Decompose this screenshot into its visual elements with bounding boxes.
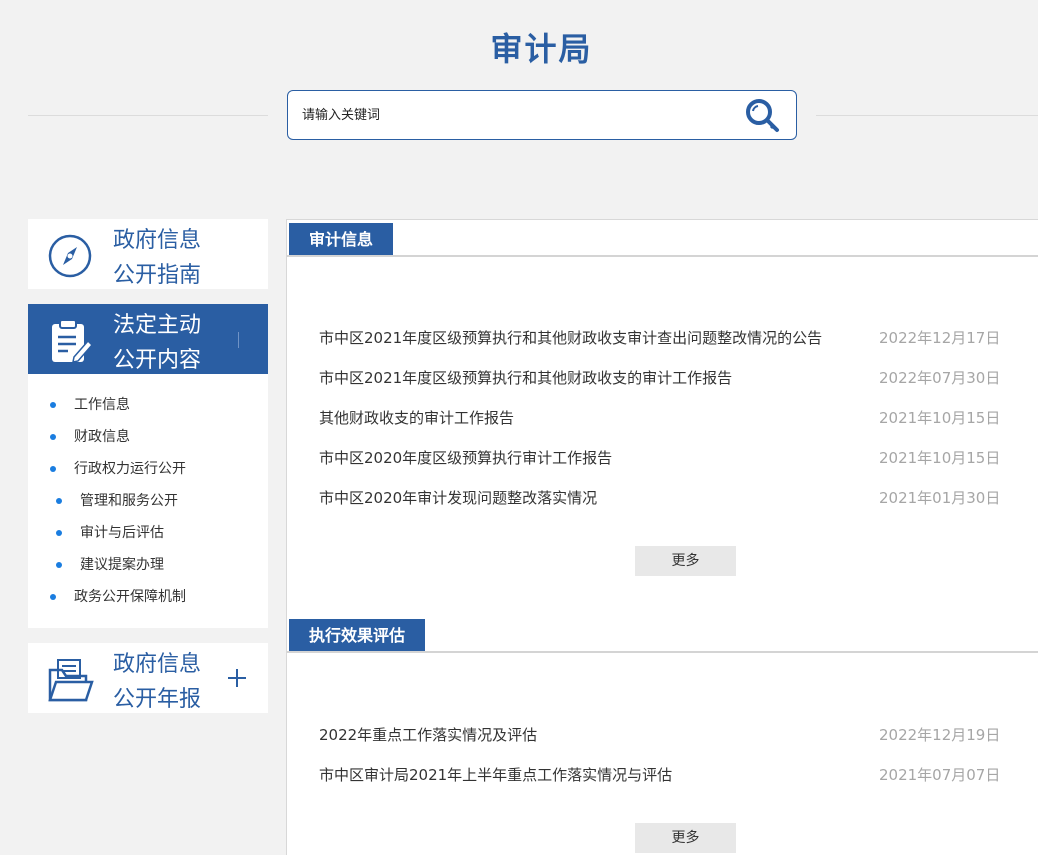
sidebar-item-guarantee[interactable]: 政务公开保障机制 [50, 587, 186, 607]
list-item-title[interactable]: 市中区2020年度区级预算执行审计工作报告 [319, 447, 839, 468]
list-item-title[interactable]: 市中区2021年度区级预算执行和其他财政收支审计查出问题整改情况的公告 [319, 327, 839, 348]
list-item-title[interactable]: 市中区审计局2021年上半年重点工作落实情况与评估 [319, 764, 839, 785]
list-item-date: 2022年07月30日 [879, 369, 1001, 387]
content-head-divider [238, 332, 239, 348]
clipboard-pen-icon [52, 319, 94, 363]
sidebar-item-management-service[interactable]: 管理和服务公开 [56, 491, 178, 511]
sidebar-sublist: 工作信息 财政信息 行政权力运行公开 管理和服务公开 审计与后评估 建议提案办理… [28, 374, 268, 628]
sidebar-item-audit-evaluation[interactable]: 审计与后评估 [56, 523, 164, 543]
content-label: 法定主动 公开内容 [113, 313, 202, 373]
plus-icon[interactable] [226, 667, 248, 689]
search-input[interactable] [302, 103, 722, 127]
bullet-icon [50, 402, 56, 408]
guide-label: 政府信息 公开指南 [113, 228, 202, 288]
list-item-date: 2021年10月15日 [879, 409, 1001, 427]
list-item-title[interactable]: 其他财政收支的审计工作报告 [319, 407, 839, 428]
more-button-effect-evaluation[interactable]: 更多 [635, 823, 736, 853]
sidebar-item-work-info[interactable]: 工作信息 [50, 395, 130, 415]
folder-documents-icon [48, 659, 94, 702]
search-icon[interactable] [744, 97, 782, 135]
report-label: 政府信息 公开年报 [113, 652, 202, 712]
header-divider-right [816, 115, 1038, 116]
search-bar [287, 90, 797, 140]
list-item-date: 2022年12月19日 [879, 726, 1001, 744]
section-tab-effect-evaluation[interactable]: 执行效果评估 [289, 619, 426, 652]
list-item-title[interactable]: 市中区2021年度区级预算执行和其他财政收支的审计工作报告 [319, 367, 839, 388]
list-item-date: 2022年12月17日 [879, 329, 1001, 347]
list-item-title[interactable]: 2022年重点工作落实情况及评估 [319, 724, 839, 745]
section-tab-audit-info[interactable]: 审计信息 [289, 223, 394, 256]
sidebar-guide-card[interactable]: 政府信息 公开指南 [28, 219, 268, 289]
list-item-date: 2021年01月30日 [879, 489, 1001, 507]
main-content-panel: 审计信息 市中区2021年度区级预算执行和其他财政收支审计查出问题整改情况的公告… [286, 219, 1038, 855]
bullet-icon [56, 498, 62, 504]
list-item-date: 2021年10月15日 [879, 449, 1001, 467]
sidebar-report-card[interactable]: 政府信息 公开年报 [28, 643, 268, 713]
bullet-icon [50, 434, 56, 440]
list-item-date: 2021年07月07日 [879, 766, 1001, 784]
section-divider [287, 255, 1038, 257]
bullet-icon [50, 466, 56, 472]
section-divider [287, 651, 1038, 653]
list-item-title[interactable]: 市中区2020年审计发现问题整改落实情况 [319, 487, 839, 508]
bullet-icon [56, 530, 62, 536]
sidebar-item-proposals[interactable]: 建议提案办理 [56, 555, 164, 575]
sidebar-content-card[interactable]: 法定主动 公开内容 [28, 304, 268, 374]
header-divider-left [28, 115, 268, 116]
bullet-icon [50, 594, 56, 600]
sidebar-item-admin-power[interactable]: 行政权力运行公开 [50, 459, 186, 479]
more-button-audit-info[interactable]: 更多 [635, 546, 736, 576]
page-title: 审计局 [490, 30, 593, 68]
bullet-icon [56, 562, 62, 568]
compass-icon [48, 234, 92, 278]
sidebar-item-finance-info[interactable]: 财政信息 [50, 427, 130, 447]
